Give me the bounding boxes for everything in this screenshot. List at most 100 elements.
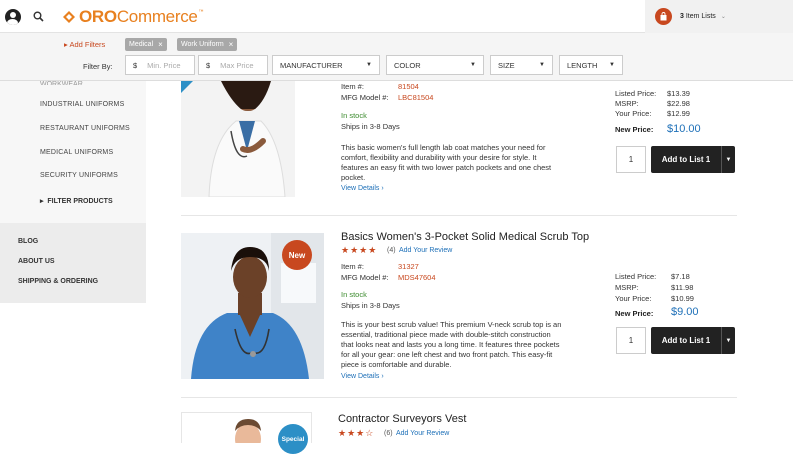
item-number-label: Item #: — [341, 262, 364, 271]
review-count: (4) — [387, 247, 396, 254]
sidebar-item-security-uniforms[interactable]: SECURITY UNIFORMS — [40, 172, 118, 179]
dropdown-label: MANUFACTURER — [280, 60, 343, 70]
dropdown-label: SIZE — [498, 60, 515, 70]
mfg-model: MDS47604 — [398, 273, 436, 282]
new-price: $9.00 — [671, 306, 699, 318]
product-description: This is your best scrub value! This prem… — [341, 320, 562, 369]
your-price: $10.99 — [671, 294, 694, 303]
item-lists-button[interactable]: 3 Item Lists ⌄ — [645, 0, 793, 33]
user-account-button[interactable] — [0, 0, 25, 33]
top-bar: OROCommerce ™ 3 Item Lists ⌄ — [0, 0, 793, 33]
view-details-link[interactable]: View Details › — [341, 373, 384, 380]
add-review-link[interactable]: Add Your Review — [396, 430, 449, 437]
size-dropdown[interactable]: SIZE ▼ — [490, 55, 553, 75]
item-number-label: Item #: — [341, 82, 364, 91]
logo-tm: ™ — [198, 9, 204, 15]
currency-symbol: $ — [206, 60, 211, 70]
sidebar-link-shipping-ordering[interactable]: SHIPPING & ORDERING — [18, 278, 98, 285]
item-number: 31327 — [398, 262, 419, 271]
new-price-label: New Price: — [615, 309, 654, 318]
add-filters-button[interactable]: ▸ Add Filters — [64, 40, 105, 49]
caret-down-icon: ▼ — [470, 62, 476, 68]
search-icon — [33, 11, 44, 22]
sidebar: WORKWEAR INDUSTRIAL UNIFORMS RESTAURANT … — [0, 81, 146, 303]
quantity-input[interactable]: 1 — [616, 327, 646, 354]
product-divider — [181, 397, 737, 398]
chip-label: Medical — [129, 41, 154, 48]
color-dropdown[interactable]: COLOR ▼ — [386, 55, 484, 75]
add-to-list-dropdown[interactable]: ▼ — [721, 146, 735, 173]
msrp-price: $22.98 — [667, 99, 690, 108]
msrp-label: MSRP: — [615, 99, 639, 108]
listed-price: $7.18 — [671, 272, 690, 281]
caret-down-icon: ▼ — [725, 337, 732, 344]
msrp-price: $11.98 — [671, 283, 694, 292]
stock-status: In stock — [341, 290, 367, 299]
caret-down-icon: ▼ — [366, 62, 372, 68]
min-price-input[interactable]: $ Min. Price — [125, 55, 195, 75]
your-price: $12.99 — [667, 109, 690, 118]
product-description: This basic women's full length lab coat … — [341, 143, 552, 182]
sidebar-categories: WORKWEAR INDUSTRIAL UNIFORMS RESTAURANT … — [0, 81, 146, 223]
listed-price-label: Listed Price: — [615, 89, 657, 98]
your-price-label: Your Price: — [615, 294, 652, 303]
mfg-model: LBC81504 — [398, 93, 434, 102]
min-price-placeholder: Min. Price — [147, 60, 181, 70]
max-price-input[interactable]: $ Max Price — [198, 55, 268, 75]
star-rating: ★★★☆ — [338, 428, 375, 438]
shipping-time: Ships in 3-8 Days — [341, 301, 400, 310]
currency-symbol: $ — [133, 60, 138, 70]
sidebar-links: BLOG ABOUT US SHIPPING & ORDERING — [0, 223, 146, 303]
add-review-link[interactable]: Add Your Review — [399, 247, 452, 254]
filter-by-label: Filter By: — [83, 62, 113, 71]
product-title[interactable]: Basics Women's 3-Pocket Solid Medical Sc… — [341, 231, 589, 243]
sidebar-item-workwear[interactable]: WORKWEAR — [40, 81, 83, 85]
logo-text: OROCommerce — [79, 7, 198, 26]
filter-products-toggle[interactable]: ▸ FILTER PRODUCTS — [40, 197, 113, 205]
logo-mark-icon — [63, 11, 75, 23]
your-price-label: Your Price: — [615, 109, 652, 118]
shipping-time: Ships in 3-8 Days — [341, 122, 400, 131]
mfg-model-label: MFG Model #: — [341, 273, 389, 282]
chip-label: Work Uniform — [181, 41, 224, 48]
listed-price: $13.39 — [667, 89, 690, 98]
caret-down-icon: ▼ — [609, 62, 615, 68]
item-lists-label: 3 Item Lists — [680, 13, 716, 20]
product-image-lab-coat[interactable] — [181, 81, 295, 197]
add-to-list-dropdown[interactable]: ▼ — [721, 327, 735, 354]
listed-price-label: Listed Price: — [615, 272, 657, 281]
search-button[interactable] — [26, 0, 50, 33]
brand-logo[interactable]: OROCommerce ™ — [61, 7, 204, 27]
special-badge: Special — [278, 424, 308, 454]
quantity-input[interactable]: 1 — [616, 146, 646, 173]
msrp-label: MSRP: — [615, 283, 639, 292]
add-to-list-button[interactable]: Add to List 1 — [651, 327, 721, 354]
sidebar-link-about-us[interactable]: ABOUT US — [18, 258, 55, 265]
sidebar-item-industrial-uniforms[interactable]: INDUSTRIAL UNIFORMS — [40, 101, 124, 108]
stock-status: In stock — [341, 111, 367, 120]
new-price-label: New Price: — [615, 125, 654, 134]
sidebar-link-blog[interactable]: BLOG — [18, 238, 38, 245]
close-icon[interactable]: × — [229, 40, 234, 49]
caret-down-icon: ▼ — [539, 62, 545, 68]
sidebar-item-medical-uniforms[interactable]: MEDICAL UNIFORMS — [40, 149, 113, 156]
filter-bar: ▸ Add Filters Medical × Work Uniform × Fil… — [0, 33, 793, 81]
user-icon — [4, 8, 21, 25]
sidebar-item-restaurant-uniforms[interactable]: RESTAURANT UNIFORMS — [40, 125, 130, 132]
length-dropdown[interactable]: LENGTH ▼ — [559, 55, 623, 75]
add-to-list-button[interactable]: Add to List 1 — [651, 146, 721, 173]
item-number: 81504 — [398, 82, 419, 91]
new-price: $10.00 — [667, 123, 701, 135]
close-icon[interactable]: × — [158, 40, 163, 49]
mfg-model-label: MFG Model #: — [341, 93, 389, 102]
filter-chip-work-uniform[interactable]: Work Uniform × — [177, 38, 238, 51]
product-title[interactable]: Contractor Surveyors Vest — [338, 413, 466, 425]
dropdown-label: LENGTH — [567, 60, 598, 70]
view-details-link[interactable]: View Details › — [341, 185, 384, 192]
chevron-down-icon: ⌄ — [720, 14, 726, 20]
caret-down-icon: ▼ — [725, 156, 732, 163]
manufacturer-dropdown[interactable]: MANUFACTURER ▼ — [272, 55, 380, 75]
max-price-placeholder: Max Price — [220, 60, 254, 70]
filter-chip-medical[interactable]: Medical × — [125, 38, 167, 51]
dropdown-label: COLOR — [394, 60, 421, 70]
